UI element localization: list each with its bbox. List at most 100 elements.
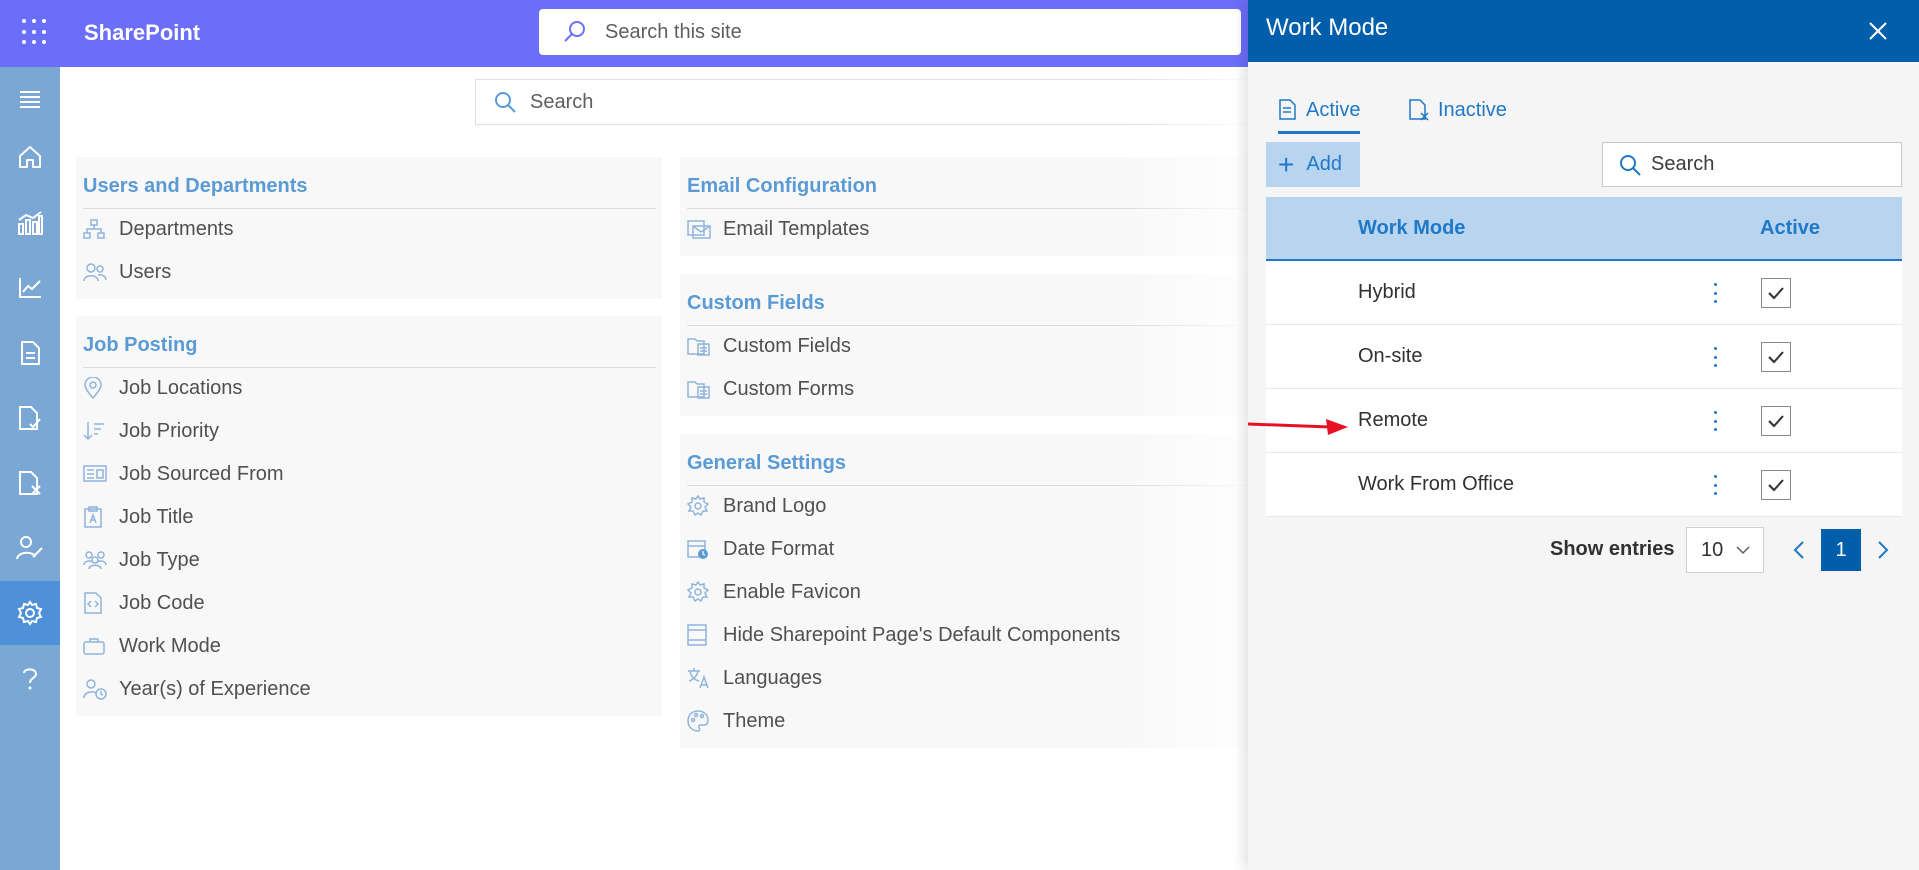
previous-page-button[interactable]: [1786, 535, 1812, 565]
settings-link-job-sourced-from[interactable]: Job Sourced From: [83, 459, 284, 489]
settings-link-job-type[interactable]: Job Type: [83, 545, 200, 575]
add-button[interactable]: + Add: [1266, 142, 1360, 187]
checkmark-icon: [1768, 351, 1784, 364]
menu-icon[interactable]: [0, 67, 60, 131]
table-row: Remote: [1266, 389, 1902, 453]
close-icon[interactable]: [1863, 16, 1893, 46]
page-button-current[interactable]: 1: [1821, 529, 1861, 571]
more-options-icon[interactable]: [1710, 281, 1720, 305]
settings-link-label: Job Locations: [119, 376, 243, 399]
show-entries-label: Show entries: [1550, 538, 1675, 560]
settings-link-label: Users: [119, 260, 172, 283]
settings-link-job-locations[interactable]: Job Locations: [83, 373, 242, 403]
chevron-right-icon: [1878, 541, 1889, 559]
settings-link-date-format[interactable]: Date Format: [687, 534, 834, 564]
settings-link-label: Custom Fields: [723, 334, 851, 357]
settings-link-years-of-experience[interactable]: Year(s) of Experience: [83, 674, 311, 704]
active-checkbox[interactable]: [1761, 406, 1791, 436]
divider: [83, 208, 656, 209]
settings-link-email-templates[interactable]: Email Templates: [687, 214, 869, 244]
settings-link-custom-fields[interactable]: Custom Fields: [687, 331, 851, 361]
app-name[interactable]: SharePoint: [84, 20, 200, 46]
table-row: Hybrid: [1266, 261, 1902, 325]
translate-icon: [687, 667, 713, 689]
next-page-button[interactable]: [1870, 535, 1896, 565]
document-cancel-icon[interactable]: [0, 451, 60, 515]
work-mode-name: Remote: [1358, 409, 1429, 431]
settings-link-languages[interactable]: Languages: [687, 663, 822, 693]
line-chart-icon[interactable]: [0, 256, 60, 320]
palette-icon: [687, 710, 713, 732]
settings-search-placeholder: Search: [530, 90, 594, 113]
panel-title: Work Mode: [1266, 14, 1389, 41]
settings-link-enable-favicon[interactable]: Enable Favicon: [687, 577, 861, 607]
folder-form-icon: [687, 378, 713, 400]
document-check-icon[interactable]: [0, 386, 60, 450]
settings-link-label: Brand Logo: [723, 494, 827, 517]
help-icon[interactable]: [0, 647, 60, 711]
section-title: Custom Fields: [687, 292, 825, 314]
settings-link-label: Date Format: [723, 537, 835, 560]
tab-label: Active: [1306, 98, 1361, 121]
more-options-icon[interactable]: [1710, 345, 1720, 369]
briefcase-icon: [83, 635, 109, 657]
search-icon: [495, 92, 516, 113]
settings-icon[interactable]: [0, 581, 60, 645]
table-row: On-site: [1266, 325, 1902, 389]
analytics-icon[interactable]: [0, 191, 60, 255]
settings-link-hide-default-components[interactable]: Hide Sharepoint Page's Default Component…: [687, 620, 1120, 650]
app-launcher-icon[interactable]: [22, 19, 48, 45]
tab-label: Inactive: [1438, 98, 1507, 121]
folder-form-icon: [687, 335, 713, 357]
left-navigation-rail: [0, 67, 60, 870]
org-chart-icon: [83, 218, 109, 240]
page-layout-icon: [687, 624, 713, 646]
document-list-icon: [1278, 99, 1298, 121]
divider: [83, 367, 656, 368]
person-clock-icon: [83, 678, 109, 700]
settings-link-brand-logo[interactable]: Brand Logo: [687, 491, 826, 521]
settings-link-work-mode[interactable]: Work Mode: [83, 631, 221, 661]
settings-link-label: Departments: [119, 217, 234, 240]
tab-inactive[interactable]: Inactive: [1408, 86, 1507, 134]
settings-link-users[interactable]: Users: [83, 257, 171, 287]
active-checkbox[interactable]: [1761, 342, 1791, 372]
work-mode-name: On-site: [1358, 345, 1423, 367]
more-options-icon[interactable]: [1710, 409, 1720, 433]
section-title: Users and Departments: [83, 175, 308, 197]
person-edit-icon[interactable]: [0, 516, 60, 580]
search-icon: [564, 21, 585, 42]
settings-link-label: Languages: [723, 666, 822, 689]
settings-link-label: Job Title: [119, 505, 194, 528]
tab-active[interactable]: Active: [1278, 86, 1361, 134]
settings-link-departments[interactable]: Departments: [83, 214, 234, 244]
settings-link-custom-forms[interactable]: Custom Forms: [687, 374, 854, 404]
panel-search-input[interactable]: Search: [1602, 142, 1902, 187]
settings-link-job-code[interactable]: Job Code: [83, 588, 205, 618]
settings-link-job-priority[interactable]: Job Priority: [83, 416, 219, 446]
document-icon[interactable]: [0, 321, 60, 385]
settings-link-label: Custom Forms: [723, 377, 855, 400]
table-header: Work Mode Active: [1266, 197, 1902, 261]
panel-header: Work Mode: [1248, 0, 1919, 62]
table-row: Work From Office: [1266, 453, 1902, 517]
site-search-box[interactable]: Search this site: [539, 9, 1241, 55]
checkmark-icon: [1768, 287, 1784, 300]
active-checkbox[interactable]: [1761, 470, 1791, 500]
settings-link-label: Job Sourced From: [119, 462, 284, 485]
settings-link-job-title[interactable]: Job Title: [83, 502, 193, 532]
settings-link-label: Email Templates: [723, 217, 870, 240]
checkmark-icon: [1768, 479, 1784, 492]
site-search-placeholder: Search this site: [605, 20, 742, 43]
home-icon[interactable]: [0, 125, 60, 189]
settings-link-label: Enable Favicon: [723, 580, 861, 603]
panel-search-placeholder: Search: [1651, 153, 1715, 175]
settings-link-theme[interactable]: Theme: [687, 706, 785, 736]
page-size-select[interactable]: 10: [1686, 527, 1764, 573]
newspaper-icon: [83, 463, 109, 485]
more-options-icon[interactable]: [1710, 473, 1720, 497]
active-checkbox[interactable]: [1761, 278, 1791, 308]
column-header-active[interactable]: Active: [1760, 217, 1820, 240]
section-job-posting: Job Posting Job Locations Job Priority J…: [76, 316, 662, 716]
column-header-work-mode[interactable]: Work Mode: [1358, 217, 1465, 240]
